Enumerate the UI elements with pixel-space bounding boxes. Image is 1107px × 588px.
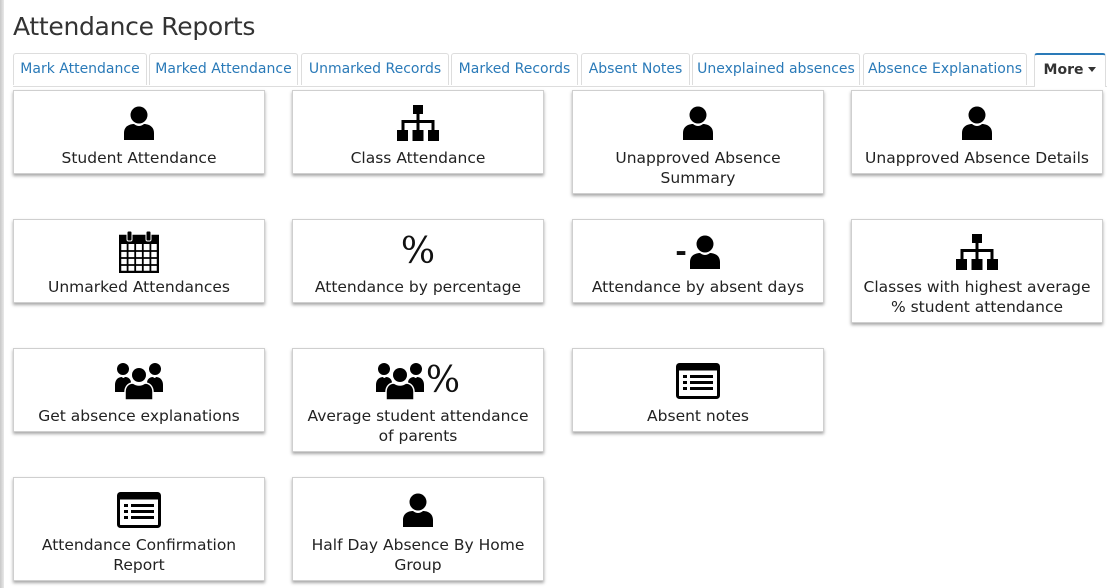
tab-marked-attendance[interactable]: Marked Attendance	[149, 53, 298, 85]
report-card-unapproved-absence-summary[interactable]: Unapproved Absence Summary	[572, 90, 824, 194]
report-card-label: Attendance by absent days	[591, 278, 805, 296]
report-card-half-day-absence-by-home-group[interactable]: Half Day Absence By Home Group	[292, 477, 544, 581]
report-tabs: Mark Attendance Marked Attendance Unmark…	[13, 53, 1107, 87]
tab-marked-records[interactable]: Marked Records	[451, 53, 578, 85]
user-icon	[573, 101, 823, 145]
report-card-label: Unmarked Attendances	[47, 278, 230, 296]
sitemap-icon	[293, 101, 543, 145]
tab-unexplained-absences[interactable]: Unexplained absences	[692, 53, 860, 85]
user-icon	[14, 101, 264, 145]
report-card-label: Attendance by percentage	[314, 278, 522, 296]
users-percent-icon: %	[293, 359, 543, 403]
caret-down-icon	[1088, 66, 1097, 72]
percent-icon: %	[400, 231, 436, 272]
tab-mark-attendance[interactable]: Mark Attendance	[13, 53, 147, 85]
report-card-student-attendance[interactable]: Student Attendance	[13, 90, 265, 174]
tab-more-dropdown[interactable]: More	[1034, 53, 1106, 87]
left-edge-divider	[0, 0, 4, 588]
report-card-label: Attendance Confirmation Report	[41, 536, 237, 574]
report-card-classes-highest-average[interactable]: Classes with highest average % student a…	[851, 219, 1103, 323]
report-card-label: Student Attendance	[61, 149, 217, 167]
report-card-class-attendance[interactable]: Class Attendance	[292, 90, 544, 174]
report-card-unapproved-absence-details[interactable]: Unapproved Absence Details	[851, 90, 1103, 174]
users-icon	[14, 359, 264, 403]
calendar-icon	[14, 230, 264, 274]
report-card-label: Absent notes	[647, 407, 749, 425]
report-card-label: Classes with highest average % student a…	[863, 278, 1091, 316]
sitemap-icon	[852, 230, 1102, 274]
tab-absent-notes[interactable]: Absent Notes	[581, 53, 690, 85]
report-card-label: Unapproved Absence Summary	[615, 149, 781, 187]
tab-absence-explanations[interactable]: Absence Explanations	[863, 53, 1027, 85]
report-card-attendance-by-percentage[interactable]: % Attendance by percentage	[292, 219, 544, 303]
report-card-attendance-by-absent-days[interactable]: - Attendance by absent days	[572, 219, 824, 303]
user-icon	[293, 488, 543, 532]
report-card-label: Average student attendance of parents	[307, 407, 529, 445]
report-card-label: Get absence explanations	[38, 407, 240, 425]
list-alt-icon	[14, 488, 264, 532]
report-card-label: Unapproved Absence Details	[865, 149, 1089, 167]
minus-user-icon: -	[573, 230, 823, 274]
tab-unmarked-records[interactable]: Unmarked Records	[301, 53, 449, 85]
report-card-label: Class Attendance	[350, 149, 486, 167]
page-title: Attendance Reports	[13, 12, 256, 41]
list-alt-icon	[573, 359, 823, 403]
report-card-get-absence-explanations[interactable]: Get absence explanations	[13, 348, 265, 432]
report-card-absent-notes[interactable]: Absent notes	[572, 348, 824, 432]
report-card-attendance-confirmation-report[interactable]: Attendance Confirmation Report	[13, 477, 265, 581]
user-icon	[852, 101, 1102, 145]
report-card-average-student-attendance-of-parents[interactable]: % Average student attendance of parents	[292, 348, 544, 452]
tab-more-label: More	[1043, 62, 1084, 78]
report-card-label: Half Day Absence By Home Group	[311, 536, 525, 574]
report-card-unmarked-attendances[interactable]: Unmarked Attendances	[13, 219, 265, 303]
